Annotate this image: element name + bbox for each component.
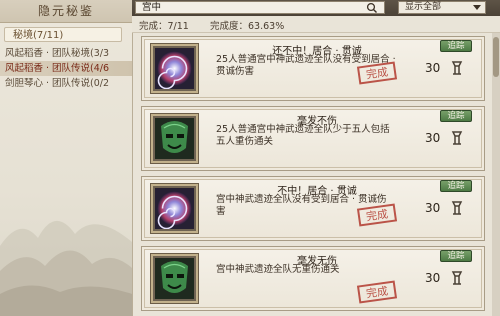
search-input[interactable]: 宫中 bbox=[135, 1, 385, 14]
progress-stats: 完成：7/11 完成度：63.63% bbox=[132, 16, 500, 33]
track-button[interactable]: 追踪 bbox=[440, 110, 472, 122]
achievement-window: 隐元秘鉴 秘境(7/11) 风起稻香 · 团队秘境(3/3 风起稻香 · 团队传… bbox=[0, 0, 500, 316]
achievement-description: 25人普通宫中神武遗迹全队少于五人包括五人重伤通关 bbox=[216, 124, 390, 147]
track-button[interactable]: 追踪 bbox=[440, 40, 472, 52]
chevron-down-icon bbox=[473, 5, 481, 10]
filter-dropdown[interactable]: 显示全部 bbox=[398, 1, 486, 14]
mountain-landscape bbox=[0, 220, 132, 316]
search-input-value: 宫中 bbox=[142, 2, 162, 13]
scrollbar-thumb[interactable] bbox=[493, 37, 499, 77]
scrollbar[interactable] bbox=[492, 33, 500, 316]
filter-value: 显示全部 bbox=[405, 2, 442, 12]
completed-seal: 完成 bbox=[356, 61, 398, 85]
achievement-card: 不中！居合 · 贯诚 宫中神武遗迹全队没有受到居合 · 贯诚伤害 追踪 30 完… bbox=[141, 176, 485, 241]
achievement-points: 30 bbox=[425, 271, 441, 285]
sidebar-item-2[interactable]: 剑胆琴心 · 团队传说(0/2 bbox=[0, 76, 132, 91]
completed-seal: 完成 bbox=[356, 203, 398, 227]
reward-icon bbox=[451, 271, 463, 285]
reward-icon bbox=[451, 201, 463, 215]
achievement-description: 宫中神武遗迹全队无重伤通关 bbox=[216, 264, 340, 275]
reward-icon bbox=[451, 61, 463, 75]
achievement-points: 30 bbox=[425, 201, 441, 215]
sidebar-item-0[interactable]: 风起稻香 · 团队秘境(3/3 bbox=[0, 46, 132, 61]
track-button[interactable]: 追踪 bbox=[440, 250, 472, 262]
sidebar: 隐元秘鉴 秘境(7/11) 风起稻香 · 团队秘境(3/3 风起稻香 · 团队传… bbox=[0, 0, 133, 316]
completion-rate: 完成度：63.63% bbox=[210, 21, 285, 32]
completed-seal: 完成 bbox=[356, 280, 398, 304]
achievement-points: 30 bbox=[425, 131, 441, 145]
achievement-card: 毫发不伤 25人普通宫中神武遗迹全队少于五人包括五人重伤通关 追踪 30 bbox=[141, 106, 485, 171]
completed-count: 完成：7/11 bbox=[139, 21, 189, 32]
reward-icon bbox=[451, 131, 463, 145]
sidebar-category-dungeon[interactable]: 秘境(7/11) bbox=[4, 27, 122, 42]
sidebar-title: 隐元秘鉴 bbox=[0, 0, 132, 23]
green-mask-icon bbox=[151, 254, 198, 303]
achievement-list: 还不中！居合 · 贯诚 25人普通宫中神武遗迹全队没有受到居合 · 贯诚伤害 追… bbox=[132, 33, 492, 316]
green-mask-icon bbox=[151, 114, 198, 163]
top-bar: 宫中 显示全部 bbox=[132, 0, 500, 17]
vortex-icon bbox=[151, 184, 198, 233]
achievement-card: 还不中！居合 · 贯诚 25人普通宫中神武遗迹全队没有受到居合 · 贯诚伤害 追… bbox=[141, 36, 485, 101]
achievement-card: 毫发无伤 宫中神武遗迹全队无重伤通关 追踪 30 完成 bbox=[141, 246, 485, 311]
track-button[interactable]: 追踪 bbox=[440, 180, 472, 192]
achievement-points: 30 bbox=[425, 61, 441, 75]
search-icon[interactable] bbox=[366, 2, 378, 14]
vortex-icon bbox=[151, 44, 198, 93]
sidebar-item-1[interactable]: 风起稻香 · 团队传说(4/6 bbox=[0, 61, 132, 76]
